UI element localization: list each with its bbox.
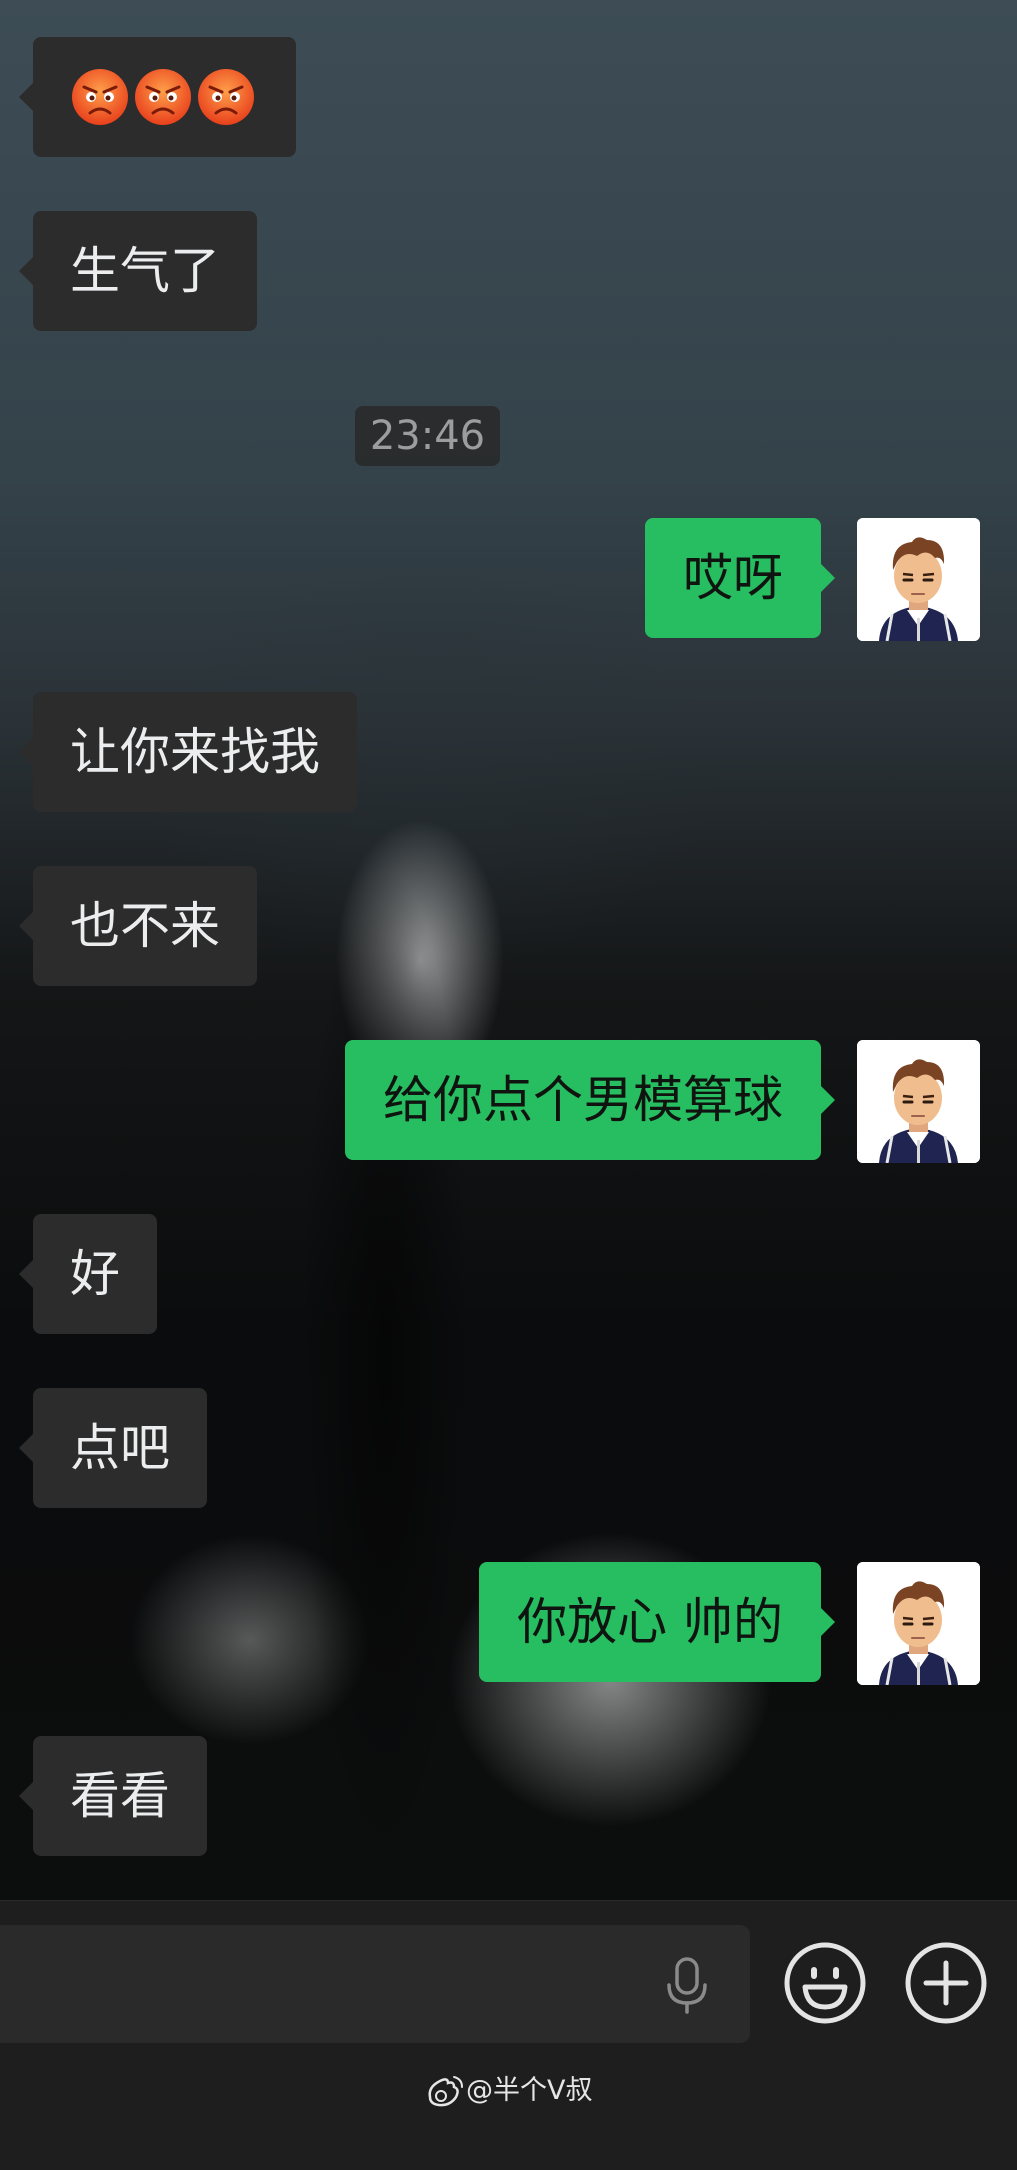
incoming-message[interactable]: 点吧 <box>19 1388 207 1508</box>
emoji-icon[interactable] <box>783 1941 867 2025</box>
outgoing-message[interactable]: 你放心 帅的 <box>479 1562 835 1682</box>
chat-input-bar: @半个V叔 <box>0 1900 1017 2170</box>
watermark-text: @半个V叔 <box>466 2075 593 2106</box>
cartoon-avatar-icon <box>857 1040 980 1163</box>
message-input[interactable] <box>0 1925 750 2043</box>
incoming-message[interactable]: 让你来找我 <box>19 692 357 812</box>
incoming-message[interactable]: 生气了 <box>19 211 257 331</box>
incoming-message[interactable]: 看看 <box>19 1736 207 1856</box>
incoming-message[interactable]: 也不来 <box>19 866 257 986</box>
weibo-icon <box>428 2075 463 2106</box>
watermark: @半个V叔 <box>424 2069 592 2113</box>
plus-icon[interactable] <box>904 1941 988 2025</box>
cartoon-avatar-icon <box>857 518 980 641</box>
user-avatar[interactable] <box>857 1040 980 1163</box>
outgoing-message[interactable]: 哎呀 <box>645 518 835 638</box>
cartoon-avatar-icon <box>857 1562 980 1685</box>
message-timestamp: 23:46 <box>355 406 500 466</box>
background-silhouette <box>300 860 470 1860</box>
user-avatar[interactable] <box>857 518 980 641</box>
angry-emoji <box>198 69 254 125</box>
incoming-message[interactable]: 好 <box>19 1214 157 1334</box>
user-avatar[interactable] <box>857 1562 980 1685</box>
angry-emoji <box>135 69 191 125</box>
incoming-message-emoji[interactable] <box>19 37 296 157</box>
angry-emoji <box>72 69 128 125</box>
microphone-icon[interactable] <box>662 1955 712 2015</box>
outgoing-message[interactable]: 给你点个男模算球 <box>345 1040 835 1160</box>
